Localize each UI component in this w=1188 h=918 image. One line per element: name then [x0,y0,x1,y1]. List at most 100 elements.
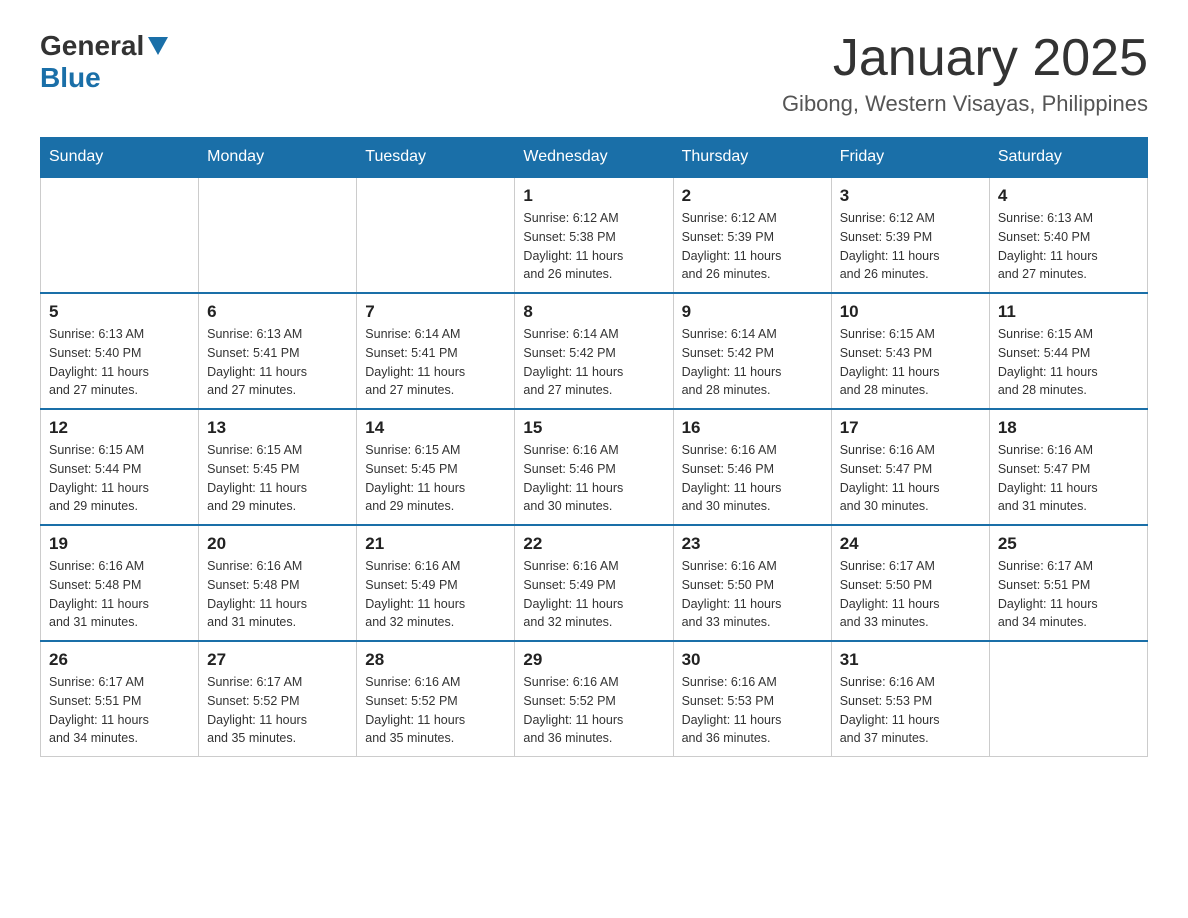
day-info: Sunrise: 6:16 AM Sunset: 5:53 PM Dayligh… [840,673,981,748]
calendar-cell [199,177,357,293]
calendar-cell: 23 Sunrise: 6:16 AM Sunset: 5:50 PM Dayli… [673,525,831,641]
calendar-header-tuesday: Tuesday [357,138,515,178]
day-info: Sunrise: 6:15 AM Sunset: 5:45 PM Dayligh… [207,441,348,516]
day-number: 5 [49,302,190,322]
day-info: Sunrise: 6:15 AM Sunset: 5:44 PM Dayligh… [49,441,190,516]
day-number: 29 [523,650,664,670]
day-info: Sunrise: 6:15 AM Sunset: 5:45 PM Dayligh… [365,441,506,516]
calendar-cell: 11 Sunrise: 6:15 AM Sunset: 5:44 PM Dayli… [989,293,1147,409]
day-info: Sunrise: 6:17 AM Sunset: 5:52 PM Dayligh… [207,673,348,748]
day-number: 28 [365,650,506,670]
calendar-cell: 6 Sunrise: 6:13 AM Sunset: 5:41 PM Daylig… [199,293,357,409]
day-info: Sunrise: 6:13 AM Sunset: 5:40 PM Dayligh… [998,209,1139,284]
calendar-cell: 17Sunrise: 6:16 AM Sunset: 5:47 PM Dayli… [831,409,989,525]
calendar-cell: 12 Sunrise: 6:15 AM Sunset: 5:44 PM Dayli… [41,409,199,525]
calendar-cell: 18 Sunrise: 6:16 AM Sunset: 5:47 PM Dayli… [989,409,1147,525]
day-number: 23 [682,534,823,554]
calendar-header-monday: Monday [199,138,357,178]
month-title: January 2025 [782,30,1148,87]
day-info: Sunrise: 6:13 AM Sunset: 5:41 PM Dayligh… [207,325,348,400]
day-number: 15 [523,418,664,438]
calendar-cell: 28 Sunrise: 6:16 AM Sunset: 5:52 PM Dayli… [357,641,515,757]
calendar-cell [357,177,515,293]
day-number: 24 [840,534,981,554]
day-number: 25 [998,534,1139,554]
day-number: 30 [682,650,823,670]
day-info: Sunrise: 6:16 AM Sunset: 5:53 PM Dayligh… [682,673,823,748]
day-info: Sunrise: 6:16 AM Sunset: 5:52 PM Dayligh… [365,673,506,748]
day-number: 16 [682,418,823,438]
day-number: 8 [523,302,664,322]
calendar-cell: 13 Sunrise: 6:15 AM Sunset: 5:45 PM Dayli… [199,409,357,525]
calendar-header-sunday: Sunday [41,138,199,178]
page-header: General Blue January 2025 Gibong, Wester… [40,30,1148,117]
day-info: Sunrise: 6:15 AM Sunset: 5:43 PM Dayligh… [840,325,981,400]
calendar-cell: 29 Sunrise: 6:16 AM Sunset: 5:52 PM Dayli… [515,641,673,757]
calendar-cell [41,177,199,293]
calendar-cell: 16Sunrise: 6:16 AM Sunset: 5:46 PM Dayli… [673,409,831,525]
calendar-cell: 19 Sunrise: 6:16 AM Sunset: 5:48 PM Dayli… [41,525,199,641]
calendar-cell: 15 Sunrise: 6:16 AM Sunset: 5:46 PM Dayli… [515,409,673,525]
calendar-week-2: 5 Sunrise: 6:13 AM Sunset: 5:40 PM Daylig… [41,293,1148,409]
logo-general-text: General [40,30,144,62]
calendar-week-5: 26Sunrise: 6:17 AM Sunset: 5:51 PM Dayli… [41,641,1148,757]
day-info: Sunrise: 6:16 AM Sunset: 5:52 PM Dayligh… [523,673,664,748]
title-area: January 2025 Gibong, Western Visayas, Ph… [782,30,1148,117]
day-number: 18 [998,418,1139,438]
calendar-cell: 8 Sunrise: 6:14 AM Sunset: 5:42 PM Daylig… [515,293,673,409]
day-number: 14 [365,418,506,438]
day-info: Sunrise: 6:17 AM Sunset: 5:51 PM Dayligh… [49,673,190,748]
day-number: 4 [998,186,1139,206]
day-number: 27 [207,650,348,670]
calendar-cell: 25 Sunrise: 6:17 AM Sunset: 5:51 PM Dayli… [989,525,1147,641]
calendar-cell: 20 Sunrise: 6:16 AM Sunset: 5:48 PM Dayli… [199,525,357,641]
day-number: 13 [207,418,348,438]
day-number: 21 [365,534,506,554]
day-info: Sunrise: 6:16 AM Sunset: 5:47 PM Dayligh… [998,441,1139,516]
day-info: Sunrise: 6:15 AM Sunset: 5:44 PM Dayligh… [998,325,1139,400]
day-number: 19 [49,534,190,554]
day-info: Sunrise: 6:14 AM Sunset: 5:42 PM Dayligh… [523,325,664,400]
day-info: Sunrise: 6:12 AM Sunset: 5:38 PM Dayligh… [523,209,664,284]
day-number: 9 [682,302,823,322]
day-number: 12 [49,418,190,438]
calendar-cell: 10 Sunrise: 6:15 AM Sunset: 5:43 PM Dayli… [831,293,989,409]
day-number: 6 [207,302,348,322]
day-info: Sunrise: 6:13 AM Sunset: 5:40 PM Dayligh… [49,325,190,400]
calendar-header-wednesday: Wednesday [515,138,673,178]
day-number: 1 [523,186,664,206]
calendar-cell: 21Sunrise: 6:16 AM Sunset: 5:49 PM Dayli… [357,525,515,641]
day-info: Sunrise: 6:16 AM Sunset: 5:47 PM Dayligh… [840,441,981,516]
calendar-week-1: 1 Sunrise: 6:12 AM Sunset: 5:38 PM Daylig… [41,177,1148,293]
day-info: Sunrise: 6:17 AM Sunset: 5:51 PM Dayligh… [998,557,1139,632]
calendar-cell: 26Sunrise: 6:17 AM Sunset: 5:51 PM Dayli… [41,641,199,757]
calendar-table: SundayMondayTuesdayWednesdayThursdayFrid… [40,137,1148,757]
day-info: Sunrise: 6:14 AM Sunset: 5:41 PM Dayligh… [365,325,506,400]
calendar-cell: 22Sunrise: 6:16 AM Sunset: 5:49 PM Dayli… [515,525,673,641]
day-info: Sunrise: 6:14 AM Sunset: 5:42 PM Dayligh… [682,325,823,400]
day-info: Sunrise: 6:16 AM Sunset: 5:46 PM Dayligh… [523,441,664,516]
calendar-cell: 1 Sunrise: 6:12 AM Sunset: 5:38 PM Daylig… [515,177,673,293]
calendar-cell: 31 Sunrise: 6:16 AM Sunset: 5:53 PM Dayli… [831,641,989,757]
day-info: Sunrise: 6:16 AM Sunset: 5:48 PM Dayligh… [49,557,190,632]
calendar-cell: 3 Sunrise: 6:12 AM Sunset: 5:39 PM Daylig… [831,177,989,293]
calendar-header-friday: Friday [831,138,989,178]
day-info: Sunrise: 6:12 AM Sunset: 5:39 PM Dayligh… [840,209,981,284]
logo: General Blue [40,30,168,94]
day-number: 20 [207,534,348,554]
day-number: 11 [998,302,1139,322]
day-info: Sunrise: 6:16 AM Sunset: 5:50 PM Dayligh… [682,557,823,632]
calendar-cell: 24Sunrise: 6:17 AM Sunset: 5:50 PM Dayli… [831,525,989,641]
day-number: 3 [840,186,981,206]
day-info: Sunrise: 6:16 AM Sunset: 5:49 PM Dayligh… [523,557,664,632]
day-info: Sunrise: 6:16 AM Sunset: 5:48 PM Dayligh… [207,557,348,632]
calendar-cell: 2Sunrise: 6:12 AM Sunset: 5:39 PM Daylig… [673,177,831,293]
day-number: 7 [365,302,506,322]
day-info: Sunrise: 6:12 AM Sunset: 5:39 PM Dayligh… [682,209,823,284]
calendar-cell: 4 Sunrise: 6:13 AM Sunset: 5:40 PM Daylig… [989,177,1147,293]
calendar-header-saturday: Saturday [989,138,1147,178]
calendar-cell: 27 Sunrise: 6:17 AM Sunset: 5:52 PM Dayli… [199,641,357,757]
logo-blue-text: Blue [40,62,101,93]
day-number: 10 [840,302,981,322]
day-number: 31 [840,650,981,670]
